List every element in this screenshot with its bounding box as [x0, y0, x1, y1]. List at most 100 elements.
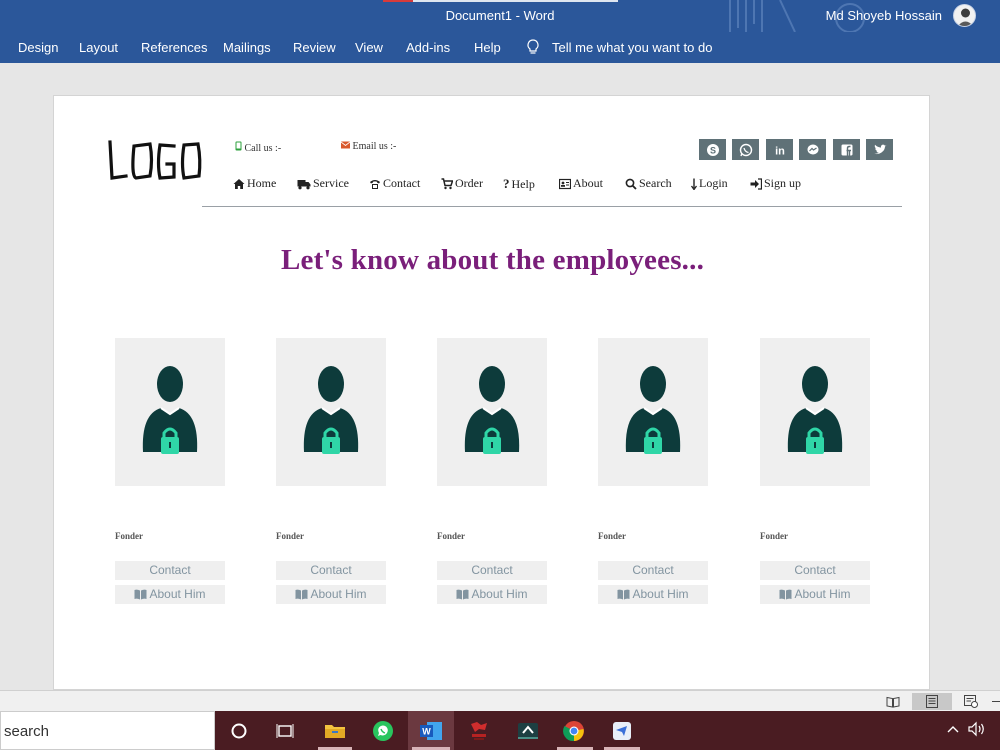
- truck-icon: [297, 179, 311, 189]
- chrome-taskbar-button[interactable]: [562, 719, 586, 743]
- about-him-label: About Him: [471, 587, 528, 601]
- avatar-icon: [957, 8, 974, 26]
- id-card-icon: [559, 178, 571, 189]
- book-icon: [779, 589, 792, 600]
- account-avatar[interactable]: [953, 4, 976, 27]
- tab-review[interactable]: Review: [293, 40, 336, 55]
- document-canvas: Call us :- Email us :- S in Home Service…: [0, 63, 1000, 690]
- about-him-label: About Him: [632, 587, 689, 601]
- messenger-button[interactable]: [799, 139, 826, 160]
- mail-icon: [613, 722, 631, 740]
- whatsapp-taskbar-button[interactable]: [371, 719, 395, 743]
- employee-photo: [760, 338, 870, 486]
- nav-search-label: Search: [639, 176, 672, 190]
- skype-button[interactable]: S: [699, 139, 726, 160]
- linkedin-icon: in: [775, 145, 785, 157]
- read-mode-button[interactable]: [882, 693, 904, 710]
- tab-view[interactable]: View: [355, 40, 383, 55]
- tab-layout[interactable]: Layout: [79, 40, 118, 55]
- status-bar: [0, 690, 1000, 711]
- whatsapp-button[interactable]: [732, 139, 759, 160]
- employee-role: Fonder: [437, 531, 465, 541]
- contact-button[interactable]: Contact: [437, 561, 547, 580]
- task-view-button[interactable]: [273, 719, 297, 743]
- svg-text:W: W: [422, 727, 431, 737]
- volume-icon[interactable]: [968, 721, 986, 740]
- nav-service[interactable]: Service: [297, 176, 349, 191]
- book-icon: [134, 589, 147, 600]
- sign-in-icon: [750, 177, 762, 190]
- mail-taskbar-button[interactable]: [610, 719, 634, 743]
- tab-references[interactable]: References: [141, 40, 207, 55]
- tab-design[interactable]: Design: [18, 40, 58, 55]
- print-layout-button[interactable]: [912, 693, 952, 710]
- skype-icon: S: [706, 143, 719, 156]
- tell-me-search[interactable]: Tell me what you want to do: [552, 40, 712, 55]
- nav-contact[interactable]: Contact: [369, 176, 420, 191]
- about-him-button[interactable]: About Him: [598, 585, 708, 604]
- contact-button[interactable]: Contact: [276, 561, 386, 580]
- employee-role: Fonder: [760, 531, 788, 541]
- whatsapp-icon: [739, 143, 752, 156]
- tab-mailings[interactable]: Mailings: [223, 40, 271, 55]
- employee-role: Fonder: [598, 531, 626, 541]
- question-icon: ?: [503, 176, 510, 191]
- cortana-button[interactable]: [227, 719, 251, 743]
- task-view-icon: [276, 724, 294, 738]
- nav-login[interactable]: Login: [691, 176, 728, 191]
- nav-search[interactable]: Search: [625, 176, 672, 191]
- about-him-button[interactable]: About Him: [276, 585, 386, 604]
- envelope-icon: [340, 141, 351, 149]
- user-lock-icon: [142, 366, 198, 454]
- twitter-button[interactable]: [866, 139, 893, 160]
- cortana-icon: [231, 723, 247, 739]
- terminal-taskbar-button[interactable]: [516, 719, 540, 743]
- search-icon: [625, 178, 637, 190]
- user-lock-icon: [787, 366, 843, 454]
- page-icon: [926, 695, 938, 708]
- employee-photo: [437, 338, 547, 486]
- home-icon: [233, 178, 245, 189]
- web-layout-button[interactable]: [960, 693, 982, 710]
- app-taskbar-button[interactable]: [467, 719, 491, 743]
- about-him-button[interactable]: About Him: [437, 585, 547, 604]
- document-page[interactable]: Call us :- Email us :- S in Home Service…: [53, 95, 930, 690]
- title-bar: Document1 - Word Md Shoyeb Hossain: [0, 0, 1000, 32]
- cart-icon: [441, 177, 453, 189]
- zoom-out-button[interactable]: [992, 701, 1000, 702]
- contact-button[interactable]: Contact: [598, 561, 708, 580]
- taskbar-search[interactable]: search: [0, 711, 215, 750]
- nav-home[interactable]: Home: [233, 176, 276, 191]
- nav-sign-up-label: Sign up: [764, 176, 802, 190]
- book-icon: [456, 589, 469, 600]
- nav-help[interactable]: ? Help: [503, 176, 535, 192]
- employee-photo: [276, 338, 386, 486]
- nav-about[interactable]: About: [559, 176, 603, 191]
- taskbar: search W: [0, 711, 1000, 750]
- about-him-button[interactable]: About Him: [115, 585, 225, 604]
- tab-add-ins[interactable]: Add-ins: [406, 40, 450, 55]
- page-headline: Let's know about the employees...: [280, 244, 705, 276]
- employee-role: Fonder: [276, 531, 304, 541]
- employee-role: Fonder: [115, 531, 143, 541]
- file-explorer-button[interactable]: [323, 719, 347, 743]
- contact-button[interactable]: Contact: [115, 561, 225, 580]
- tray-chevron-up-icon[interactable]: [947, 721, 959, 736]
- word-taskbar-button[interactable]: W: [419, 719, 443, 743]
- linkedin-button[interactable]: in: [766, 139, 793, 160]
- about-him-button[interactable]: About Him: [760, 585, 870, 604]
- ribbon: Design Layout References Mailings Review…: [0, 32, 1000, 63]
- tab-help[interactable]: Help: [474, 40, 501, 55]
- nav-order[interactable]: Order: [441, 176, 483, 191]
- facebook-button[interactable]: [833, 139, 860, 160]
- logo-image: [108, 140, 202, 180]
- nav-sign-up[interactable]: Sign up: [750, 176, 801, 191]
- phone-icon: [235, 141, 242, 151]
- nav-contact-label: Contact: [383, 176, 421, 190]
- contact-button[interactable]: Contact: [760, 561, 870, 580]
- account-name[interactable]: Md Shoyeb Hossain: [826, 8, 942, 23]
- title-accent-bar: [383, 0, 618, 2]
- phone-icon: [370, 179, 380, 189]
- email-us: Email us :-: [340, 141, 396, 152]
- employee-photo: [598, 338, 708, 486]
